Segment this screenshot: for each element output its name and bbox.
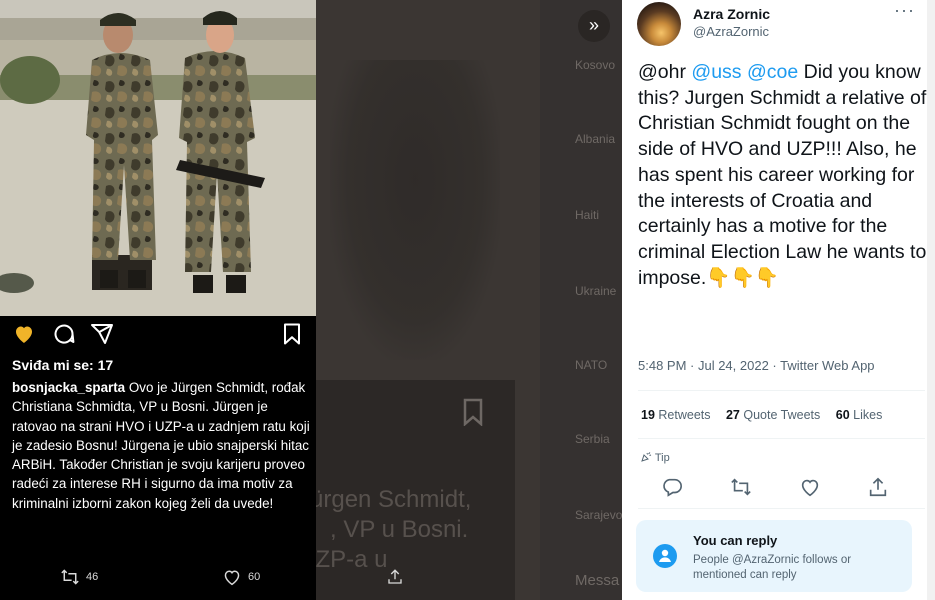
likes-label: Likes [853,408,883,422]
likes-link[interactable]: 60 Likes [836,408,883,422]
like-icon[interactable] [799,476,821,498]
blurred-soldier-image [330,60,500,360]
scrollbar[interactable] [927,0,935,600]
retweet-count: 46 [86,571,99,583]
reply-title: You can reply [693,533,778,548]
double-chevron-right-icon[interactable]: » [578,10,610,42]
divider [638,508,925,509]
author-name[interactable]: Azra Zornic [693,6,770,22]
retweets-count: 19 [641,408,655,422]
mention-coe[interactable]: @coe [747,61,798,83]
instagram-post: Sviđa mi se: 17 bosnjacka_sparta Ovo je … [0,0,402,600]
blurred-line: , VP u Bosni. [330,516,469,543]
divider [638,390,925,391]
reply-restriction-notice: You can reply People @AzraZornic follows… [636,520,912,592]
blurred-side-item: Sarajevo [575,508,622,522]
blurred-bookmark-icon [462,398,486,427]
blurred-side-item: NATO [575,358,608,372]
blurred-side-item: Serbia [575,432,610,446]
tweet-text: @ohr @uss @coe Did you know this? Jurgen… [638,60,928,291]
person-icon [653,544,677,568]
quote-tweets-link[interactable]: 27 Quote Tweets [726,408,820,422]
comment-icon[interactable] [52,322,76,346]
post-caption: bosnjacka_sparta Ovo je Jürgen Schmidt, … [12,378,312,513]
reply-body: People @AzraZornic follows or mentioned … [693,554,852,581]
more-options-icon[interactable]: ··· [894,0,915,21]
likes-count: 60 [835,408,850,422]
blurred-side-item: Kosovo [575,58,616,72]
bookmark-icon[interactable] [280,322,304,346]
post-username[interactable]: bosnjacka_sparta [12,380,125,395]
likes-count: Sviđa mi se: 17 [12,357,114,373]
heart-count: 60 [248,571,261,583]
engagement-counts: 19 Retweets 27 Quote Tweets 60 Likes [641,408,882,422]
avatar[interactable] [637,2,681,46]
heart-filled-icon[interactable] [12,322,36,346]
retweet-stat[interactable]: 46 [60,568,98,586]
author-handle[interactable]: @AzraZornic [693,24,769,39]
caption-text: Ovo je Jürgen Schmidt, rođak Christiana … [12,380,310,511]
tip-button[interactable]: Tip [640,451,670,464]
tweet-timestamp[interactable]: 5:48 PM · Jul 24, 2022 · Twitter Web App [638,358,875,373]
quotes-label: Quote Tweets [743,408,821,422]
heart-stat[interactable]: 60 [222,568,260,586]
blurred-side-item: Haiti [575,208,600,222]
tweet-body: Did you know this? Jurgen Schmidt a rela… [638,61,927,289]
share-icon[interactable] [90,322,114,346]
retweets-link[interactable]: 19 Retweets [641,408,711,422]
blurred-line: ürgen Schmidt, [310,486,472,513]
mention-uss[interactable]: @uss [691,61,741,83]
upload-icon [388,569,402,584]
heart-icon [224,570,240,586]
share-icon[interactable] [867,476,889,498]
retweet-icon[interactable] [730,476,752,498]
post-stats: 46 60 [0,568,402,596]
quotes-count: 27 [725,408,740,422]
blurred-side-item: Messa [575,572,620,589]
divider [638,438,925,439]
retweet-icon [61,569,79,585]
tweet-panel: Azra Zornic @AzraZornic ··· @ohr @uss @c… [622,0,935,600]
upload-stat[interactable] [386,568,404,586]
blurred-side-item: Albania [575,132,616,146]
blurred-side-item: Ukraine [575,284,617,298]
pointing-down-emoji: 👇👇👇 [706,266,780,289]
post-action-bar [12,322,304,348]
post-photo-two-soldiers [0,0,316,316]
tip-label: Tip [654,452,670,464]
tip-icon [641,452,652,462]
retweets-label: Retweets [658,408,711,422]
mention-ohr[interactable]: @ohr [638,61,686,83]
reply-icon[interactable] [661,476,683,498]
